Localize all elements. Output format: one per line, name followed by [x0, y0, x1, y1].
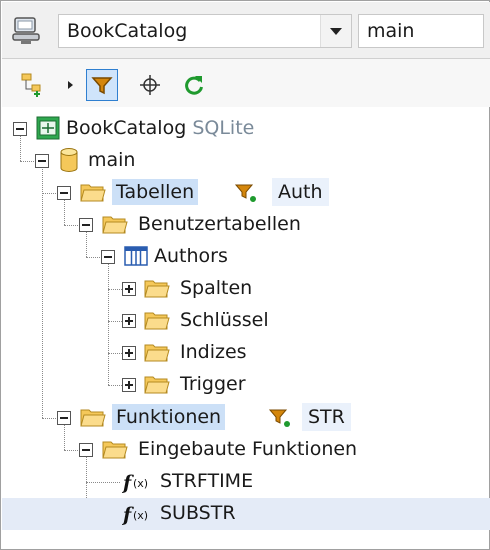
- tree-row-indexes[interactable]: Indizes: [2, 337, 490, 369]
- tree-row-functions-folder[interactable]: Funktionen STR: [2, 402, 490, 434]
- indexes-folder-label: Indizes: [180, 341, 247, 363]
- builtin-functions-label: Eingebaute Funktionen: [138, 438, 358, 460]
- database-select[interactable]: BookCatalog: [58, 14, 352, 48]
- dropdown-arrow-icon[interactable]: [68, 81, 73, 89]
- tree-row-triggers[interactable]: Trigger: [2, 369, 490, 401]
- svg-text:(x): (x): [133, 509, 148, 522]
- tree-row-function[interactable]: f (x) SUBSTR: [2, 498, 490, 530]
- tree-row-database[interactable]: BookCatalog SQLite: [2, 113, 490, 145]
- expand-toggle[interactable]: [122, 346, 136, 360]
- expand-toggle[interactable]: [122, 314, 136, 328]
- function-icon: f (x): [122, 472, 148, 494]
- tree-row-user-tables[interactable]: Benutzertabellen: [2, 209, 490, 241]
- folder-open-icon: [144, 280, 170, 298]
- keys-folder-label: Schlüssel: [180, 309, 269, 331]
- object-tree: BookCatalog SQLite main Tabellen Auth Be…: [2, 107, 490, 549]
- table-icon: [124, 246, 148, 266]
- chevron-down-icon[interactable]: [320, 15, 351, 47]
- function-icon: f (x): [122, 504, 148, 526]
- refresh-icon: [185, 76, 203, 95]
- explorer-toolbar: [2, 59, 490, 107]
- collapse-toggle[interactable]: [13, 122, 27, 136]
- tree-row-table-authors[interactable]: Authors: [2, 241, 490, 273]
- tree-label: BookCatalog SQLite: [66, 115, 254, 141]
- collapse-toggle[interactable]: [79, 218, 93, 232]
- folder-open-icon: [144, 344, 170, 362]
- tree-row-tables-folder[interactable]: Tabellen Auth: [2, 177, 490, 209]
- database-connection-icon: [12, 16, 46, 46]
- collapse-toggle[interactable]: [57, 411, 71, 425]
- refresh-button[interactable]: [178, 69, 210, 101]
- table-authors-label: Authors: [154, 245, 228, 267]
- database-explorer-panel: BookCatalog main BookCatalog SQLite main…: [0, 0, 490, 550]
- functions-folder-label: Funktionen: [112, 404, 226, 430]
- collapse-toggle[interactable]: [79, 443, 93, 457]
- locate-button[interactable]: [134, 69, 166, 101]
- functions-filter-value[interactable]: STR: [302, 403, 351, 431]
- folder-open-icon: [144, 312, 170, 330]
- locate-icon: [140, 75, 160, 95]
- schema-label: main: [88, 149, 136, 171]
- tree-row-columns[interactable]: Spalten: [2, 273, 490, 305]
- database-name: BookCatalog: [66, 117, 187, 139]
- schema-cylinder-icon: [60, 148, 78, 172]
- collapse-toggle[interactable]: [57, 186, 71, 200]
- svg-text:(x): (x): [133, 477, 148, 490]
- columns-folder-label: Spalten: [180, 277, 253, 299]
- function-label: SUBSTR: [160, 502, 236, 524]
- folder-open-icon: [102, 441, 128, 459]
- expand-toggle[interactable]: [122, 378, 136, 392]
- database-type: SQLite: [192, 117, 255, 139]
- user-tables-label: Benutzertabellen: [138, 213, 301, 235]
- collapse-toggle[interactable]: [101, 250, 115, 264]
- filter-active-icon: [268, 409, 290, 427]
- sqlite-database-icon: [36, 116, 60, 140]
- folder-open-icon: [102, 216, 128, 234]
- add-object-button[interactable]: [16, 69, 48, 101]
- folder-open-icon: [144, 376, 170, 394]
- tables-folder-label: Tabellen: [112, 179, 199, 205]
- tree-row-keys[interactable]: Schlüssel: [2, 305, 490, 337]
- database-select-value: BookCatalog: [67, 20, 188, 42]
- collapse-toggle[interactable]: [35, 154, 49, 168]
- add-object-icon: [21, 73, 41, 97]
- filter-icon: [91, 77, 113, 95]
- expand-toggle[interactable]: [122, 282, 136, 296]
- filter-active-icon: [234, 184, 256, 202]
- tree-row-schema[interactable]: main: [2, 145, 490, 177]
- tables-filter-value[interactable]: Auth: [272, 178, 329, 206]
- tree-row-builtin-functions[interactable]: Eingebaute Funktionen: [2, 434, 490, 466]
- function-label: STRFTIME: [160, 470, 254, 492]
- triggers-folder-label: Trigger: [180, 373, 246, 395]
- schema-select-value: main: [367, 20, 415, 42]
- schema-select[interactable]: main: [358, 14, 484, 48]
- connection-bar: BookCatalog main: [2, 2, 490, 59]
- folder-open-icon: [80, 409, 106, 427]
- tree-row-function[interactable]: f (x) STRFTIME: [2, 466, 490, 498]
- filter-button[interactable]: [86, 69, 118, 101]
- folder-open-icon: [80, 184, 106, 202]
